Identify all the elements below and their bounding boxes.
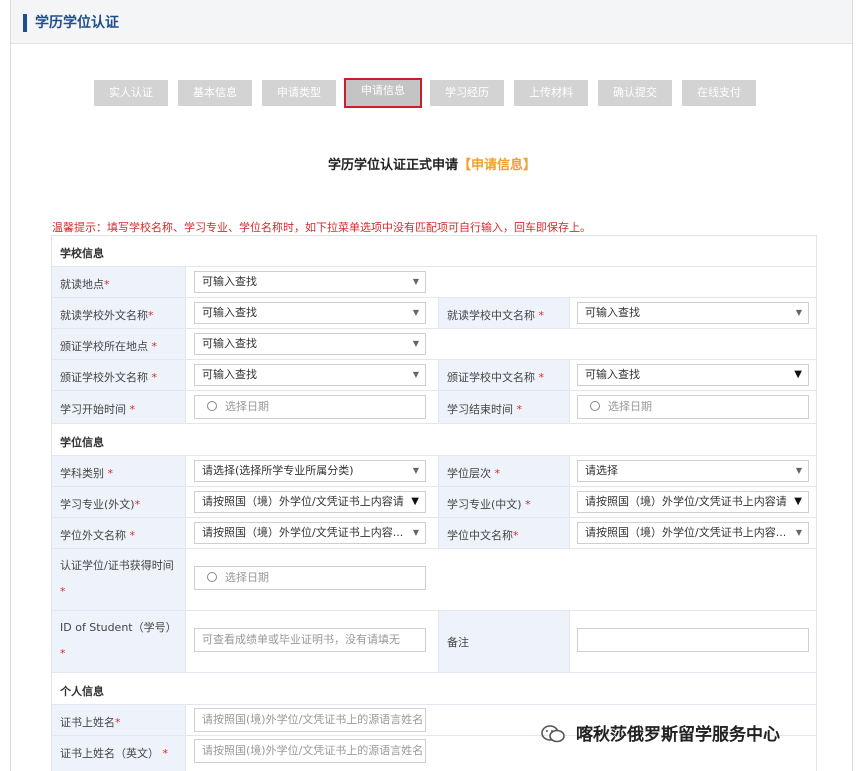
degree-level-select[interactable]: 请选择 ▼ (577, 460, 809, 482)
step-study-history[interactable]: 学习经历 (430, 80, 504, 106)
field-label: 学科类别 * (52, 456, 186, 486)
certificate-name-input[interactable]: 请按照国(境)外学位/文凭证书上的源语言姓名 (194, 708, 426, 732)
form-row: ID of Student（学号） * 可查看成绩单或毕业证明书，没有请填无 备… (52, 611, 816, 673)
field-label: 学位中文名称* (438, 518, 570, 548)
step-application-type[interactable]: 申请类型 (262, 80, 336, 106)
section-title: 学校信息 (60, 247, 104, 260)
award-date-picker[interactable]: 选择日期 (194, 566, 426, 590)
issuer-chinese-name-select[interactable]: 可输入查找 ▼ (577, 364, 809, 386)
field-label: 学位外文名称 * (52, 518, 186, 548)
form-heading-title: 学历学位认证正式申请 (327, 158, 458, 173)
field-label: 证书上姓名* (52, 705, 186, 735)
form-row: 颁证学校所在地点 * 可输入查找 ▼ (52, 329, 816, 360)
dropdown-arrow-icon: ▼ (792, 523, 802, 543)
dropdown-arrow-icon: ▼ (412, 308, 419, 317)
form-row: 就读学校外文名称* 可输入查找 ▼ 就读学校中文名称 * 可输入查找 ▼ (52, 298, 816, 329)
student-id-input[interactable]: 可查看成绩单或毕业证明书，没有请填无 (194, 628, 426, 652)
dropdown-arrow-icon: ▼ (409, 523, 419, 543)
field-label: 颁证学校中文名称 * (438, 360, 570, 390)
field-label: 学习开始时间 * (52, 391, 186, 423)
application-form-table: 学校信息 就读地点* 可输入查找 ▼ 就读学校外文名称* 可输入查找 ▼ 就读学校中… (51, 235, 817, 771)
study-location-select[interactable]: 可输入查找 ▼ (194, 271, 426, 293)
page-title: 学历学位认证 (35, 15, 119, 31)
degree-foreign-name-select[interactable]: 请按照国（境）外学位/文凭证书上内容... ▼ (194, 522, 426, 544)
dropdown-arrow-icon: ▼ (412, 277, 419, 286)
clock-icon (590, 401, 600, 411)
step-online-payment[interactable]: 在线支付 (682, 80, 756, 106)
form-row: 学科类别 * 请选择(选择所学专业所属分类) ▼ 学位层次 * 请选择 ▼ (52, 456, 816, 487)
header-accent-bar (23, 14, 27, 32)
form-row: 就读地点* 可输入查找 ▼ (52, 267, 816, 298)
dropdown-arrow-icon: ▼ (408, 492, 419, 512)
dropdown-arrow-icon: ▼ (794, 369, 802, 380)
dropdown-arrow-icon: ▼ (412, 370, 419, 379)
school-chinese-name-select[interactable]: 可输入查找 ▼ (577, 302, 809, 324)
section-school-info: 学校信息 (52, 236, 816, 267)
field-label: 颁证学校所在地点 * (52, 329, 186, 359)
clock-icon (207, 572, 217, 582)
step-application-info[interactable]: 申请信息 (344, 78, 422, 108)
form-heading: 学历学位认证正式申请【申请信息】 (0, 154, 864, 173)
section-degree-info: 学位信息 (52, 424, 816, 456)
field-label: 就读学校中文名称 * (438, 298, 570, 328)
page-frame: 学历学位认证 实人认证 基本信息 申请类型 申请信息 学习经历 上传材料 确认提… (0, 0, 864, 771)
hint-text: 温馨提示：填写学校名称、学习专业、学位名称时，如下拉菜单选项中没有匹配项可自行输… (52, 221, 591, 234)
step-upload-materials[interactable]: 上传材料 (514, 80, 588, 106)
dropdown-arrow-icon: ▼ (795, 308, 802, 317)
dropdown-arrow-icon: ▼ (791, 492, 802, 512)
issuer-location-select[interactable]: 可输入查找 ▼ (194, 333, 426, 355)
field-label: 认证学位/证书获得时间 * (52, 549, 186, 610)
dropdown-arrow-icon: ▼ (412, 466, 419, 475)
form-row: 认证学位/证书获得时间 * 选择日期 (52, 549, 816, 611)
form-row: 学习专业(外文)* 请按照国（境）外学位/文凭证书上内容请 ▼ 学习专业(中文) … (52, 487, 816, 518)
issuer-foreign-name-select[interactable]: 可输入查找 ▼ (194, 364, 426, 386)
form-row: 学位外文名称 * 请按照国（境）外学位/文凭证书上内容... ▼ 学位中文名称* … (52, 518, 816, 549)
dropdown-arrow-icon: ▼ (412, 339, 419, 348)
field-label: 学位层次 * (438, 456, 570, 486)
frame-border-right (852, 0, 853, 771)
page-header: 学历学位认证 (11, 0, 852, 44)
field-label: 学习结束时间 * (438, 391, 570, 423)
step-confirm-submit[interactable]: 确认提交 (598, 80, 672, 106)
remark-input[interactable] (577, 628, 809, 652)
form-row: 颁证学校外文名称 * 可输入查找 ▼ 颁证学校中文名称 * 可输入查找 ▼ (52, 360, 816, 391)
study-start-date-picker[interactable]: 选择日期 (194, 395, 426, 419)
clock-icon (207, 401, 217, 411)
study-end-date-picker[interactable]: 选择日期 (577, 395, 809, 419)
step-basic-info[interactable]: 基本信息 (178, 80, 252, 106)
field-label: 颁证学校外文名称 * (52, 360, 186, 390)
field-label: 备注 (438, 611, 570, 672)
section-title: 学位信息 (60, 436, 104, 449)
wechat-logo-icon (541, 725, 565, 743)
step-real-name-auth[interactable]: 实人认证 (94, 80, 168, 106)
form-row: 学习开始时间 * 选择日期 学习结束时间 * 选择日期 (52, 391, 816, 424)
field-label: 就读地点* (52, 267, 186, 297)
frame-border-left (10, 0, 11, 771)
section-title: 个人信息 (60, 685, 104, 698)
field-label: 就读学校外文名称* (52, 298, 186, 328)
field-label: ID of Student（学号） * (52, 611, 186, 672)
subject-category-select[interactable]: 请选择(选择所学专业所属分类) ▼ (194, 460, 426, 482)
field-label: 证书上姓名（英文） * (52, 736, 186, 771)
section-personal-info: 个人信息 (52, 673, 816, 705)
field-label: 学习专业(中文) * (438, 487, 570, 517)
school-foreign-name-select[interactable]: 可输入查找 ▼ (194, 302, 426, 324)
form-heading-tag: 【申请信息】 (458, 158, 537, 173)
certificate-name-english-input[interactable]: 请按照国(境)外学位/文凭证书上的源语言姓名 (194, 739, 426, 763)
field-label: 学习专业(外文)* (52, 487, 186, 517)
degree-chinese-name-select[interactable]: 请按照国（境）外学位/文凭证书上内容... ▼ (577, 522, 809, 544)
dropdown-arrow-icon: ▼ (795, 466, 802, 475)
watermark-text: 喀秋莎俄罗斯留学服务中心 (576, 725, 780, 745)
major-foreign-select[interactable]: 请按照国（境）外学位/文凭证书上内容请 ▼ (194, 491, 426, 513)
major-chinese-select[interactable]: 请按照国（境）外学位/文凭证书上内容请 ▼ (577, 491, 809, 513)
